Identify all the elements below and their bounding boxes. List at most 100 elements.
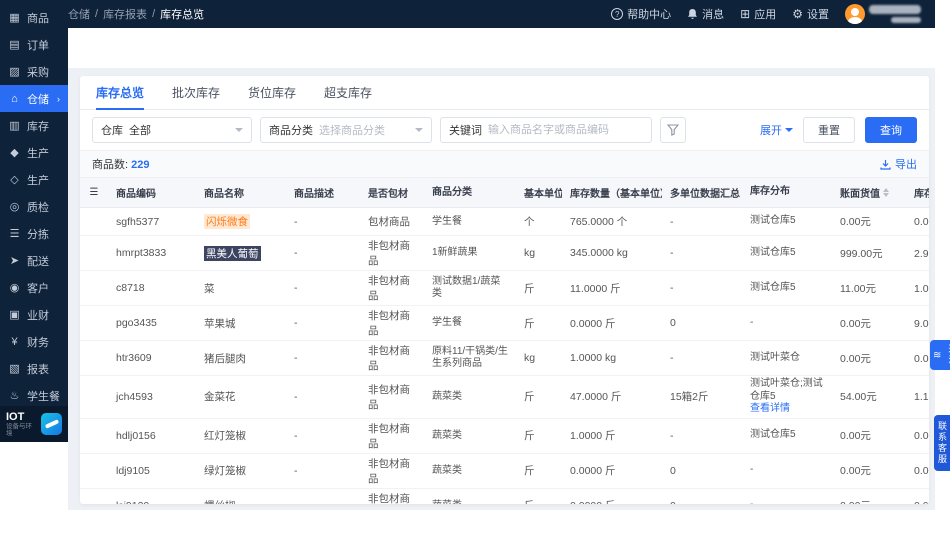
expand-toggle[interactable]: 展开 (760, 122, 793, 138)
sidebar-item-财务[interactable]: ¥ 财务 › (0, 328, 68, 355)
table-row[interactable]: htr3609 猪后腿肉 - 非包材商品 原料11/干锅类/生生系列商品 kg … (80, 341, 929, 376)
messages-link[interactable]: 消息 (687, 6, 724, 22)
cell-unit: 斤 (524, 465, 535, 477)
cell-avg-price: 1.00元 (914, 282, 929, 295)
sidebar-item-label: 订单 (27, 39, 49, 52)
cell-category: 蔬菜类 (432, 390, 462, 402)
cell-product-name: 红灯笼椒 (204, 430, 246, 442)
user-menu[interactable] (845, 4, 921, 24)
table-row[interactable]: hdlj0156 红灯笼椒 - 非包材商品 蔬菜类 斤 1.0000 斤 - 测… (80, 419, 929, 454)
cell-packing: 非包材商品 (368, 457, 410, 485)
help-icon: ? (611, 8, 624, 20)
cell-book-value: 0.00元 (840, 430, 871, 442)
cell-distribution: 测试叶菜仓;测试仓库5 查看详情 (750, 378, 824, 416)
service-float-tab[interactable]: 联系客服 (934, 415, 950, 471)
sidebar-menu: ▦ 商品 › ▤ 订单 › ▨ 采购 › ⌂ 仓储 › ▥ 库存 › ◆ 生产 … (0, 0, 68, 406)
cell-multi-unit: - (670, 215, 674, 228)
export-button[interactable]: 导出 (880, 156, 917, 172)
cell-avg-price: 0.00元 (914, 430, 929, 442)
breadcrumb-item[interactable]: 库存报表 (103, 6, 147, 22)
bell-icon (688, 9, 698, 19)
cell-book-value: 0.00元 (832, 489, 906, 504)
user-name-redacted (869, 5, 921, 23)
column-header[interactable]: 库存分布 (742, 178, 832, 207)
sidebar-item-icon: ▥ (9, 120, 20, 132)
sidebar-item-icon: ⌂ (11, 92, 18, 105)
sidebar-item-label: 库存 (27, 120, 49, 133)
cell-product-code: c8718 (116, 282, 145, 294)
settings-link[interactable]: ⚙ 设置 (792, 6, 829, 22)
sidebar-item-业财[interactable]: ▣ 业财 › (0, 301, 68, 328)
cell-avg-price: 0.00元 (914, 352, 929, 365)
view-details-link[interactable]: 查看详情 (750, 403, 824, 416)
breadcrumb-item[interactable]: 仓储 (68, 6, 90, 22)
cell-distribution: - (750, 316, 754, 328)
filter-float-button[interactable]: ≋ 过滤 (930, 340, 950, 370)
advanced-filter-button[interactable] (660, 117, 686, 143)
tab-库存总览[interactable]: 库存总览 (96, 76, 145, 110)
cell-avg-price: 0.00元 (914, 465, 929, 477)
sidebar-item-商品[interactable]: ▦ 商品 › (0, 4, 68, 31)
cell-unit: kg (524, 352, 536, 364)
table-row[interactable]: jch4593 金菜花 - 非包材商品 蔬菜类 斤 47.0000 斤 15箱2… (80, 376, 929, 419)
table-row[interactable]: lsj9120 螺丝椒 - 非包材商品 蔬菜类 斤 0.0000 斤 0 - 0… (80, 489, 929, 505)
table-row[interactable]: hmrpt3833 黑美人葡萄 - 非包材商品 1新鲜蔬果 kg 345.000… (80, 236, 929, 271)
column-header[interactable]: 是否包材 (360, 178, 424, 207)
cell-unit: kg (524, 247, 536, 259)
iot-subtitle: 设备与环境 (6, 422, 32, 438)
category-select[interactable]: 商品分类 选择商品分类 (260, 117, 432, 143)
cell-product-name: 黑美人葡萄 (204, 245, 261, 261)
cell-multi-unit: 0 (670, 464, 676, 477)
column-header[interactable]: 库存均价 (906, 178, 929, 207)
sidebar-item-生产[interactable]: ◆ 生产 › (0, 139, 68, 166)
column-header[interactable]: 商品名称 (196, 178, 286, 207)
column-header[interactable]: 基本单位 (516, 178, 562, 207)
sidebar-item-库存[interactable]: ▥ 库存 › (0, 112, 68, 139)
cell-quantity: 47.0000 斤 (570, 391, 622, 404)
sidebar-item-仓储[interactable]: ⌂ 仓储 › (0, 85, 68, 112)
sidebar-item-icon: ▤ (9, 39, 20, 51)
warehouse-select[interactable]: 仓库 全部 (92, 117, 252, 143)
sidebar-item-生产[interactable]: ◇ 生产 › (0, 166, 68, 193)
cell-packing: 非包材商品 (368, 492, 410, 505)
column-header[interactable]: 账面货值 (832, 178, 906, 207)
sidebar-item-分拣[interactable]: ☰ 分拣 › (0, 220, 68, 247)
table-row[interactable]: sgfh5377 闪烁微食 - 包材商品 学生餐 个 765.0000 个 - … (80, 208, 929, 236)
cell-book-value: 11.00元 (840, 282, 876, 295)
inventory-table: ☰ 商品编码 商品名称 商品描述 是否包材 商品分类 基本单位 库存数量（基本单… (80, 178, 929, 504)
column-settings-icon[interactable]: ☰ (80, 178, 108, 207)
tab-超支库存[interactable]: 超支库存 (324, 76, 372, 109)
column-header[interactable]: 多单位数据汇总 (662, 178, 742, 207)
sidebar-item-学生餐[interactable]: ♨ 学生餐 › (0, 382, 68, 406)
tab-批次库存[interactable]: 批次库存 (172, 76, 220, 109)
search-button[interactable]: 查询 (865, 117, 917, 143)
table-row[interactable]: c8718 菜 - 非包材商品 测试数据1/蔬菜类 斤 11.0000 斤 - … (80, 271, 929, 306)
cell-product-code: htr3609 (116, 352, 152, 364)
sidebar-item-报表[interactable]: ▧ 报表 › (0, 355, 68, 382)
sidebar-item-配送[interactable]: ➤ 配送 › (0, 247, 68, 274)
sidebar-footer[interactable]: IOT 设备与环境 (0, 406, 68, 442)
cell-description: - (294, 282, 298, 294)
iot-logo-icon (41, 413, 62, 435)
apps-link[interactable]: ⊞ 应用 (740, 6, 776, 22)
keyword-search-box: 关键词 (440, 117, 652, 143)
sort-icon[interactable] (883, 188, 889, 197)
reset-button[interactable]: 重置 (803, 117, 855, 143)
column-header[interactable]: 库存数量（基本单位） (562, 178, 662, 207)
keyword-input[interactable] (488, 124, 643, 136)
table-row[interactable]: pgo3435 苹果城 - 非包材商品 学生餐 斤 0.0000 斤 0 - 0… (80, 306, 929, 341)
sidebar-item-订单[interactable]: ▤ 订单 › (0, 31, 68, 58)
tab-货位库存[interactable]: 货位库存 (248, 76, 296, 109)
sidebar-item-客户[interactable]: ◉ 客户 › (0, 274, 68, 301)
column-header[interactable]: 商品描述 (286, 178, 360, 207)
column-header[interactable]: 商品编码 (108, 178, 196, 207)
sidebar-item-质检[interactable]: ◎ 质检 › (0, 193, 68, 220)
sidebar-item-采购[interactable]: ▨ 采购 › (0, 58, 68, 85)
table-body: sgfh5377 闪烁微食 - 包材商品 学生餐 个 765.0000 个 - … (80, 208, 929, 504)
column-header[interactable]: 商品分类 (424, 178, 516, 207)
cell-multi-unit: - (670, 352, 674, 364)
cell-quantity: 345.0000 kg (570, 247, 628, 259)
help-center-link[interactable]: ? 帮助中心 (611, 6, 671, 22)
table-row[interactable]: ldj9105 绿灯笼椒 - 非包材商品 蔬菜类 斤 0.0000 斤 0 - … (80, 454, 929, 489)
cell-avg-price: 0.00元 (906, 489, 929, 504)
